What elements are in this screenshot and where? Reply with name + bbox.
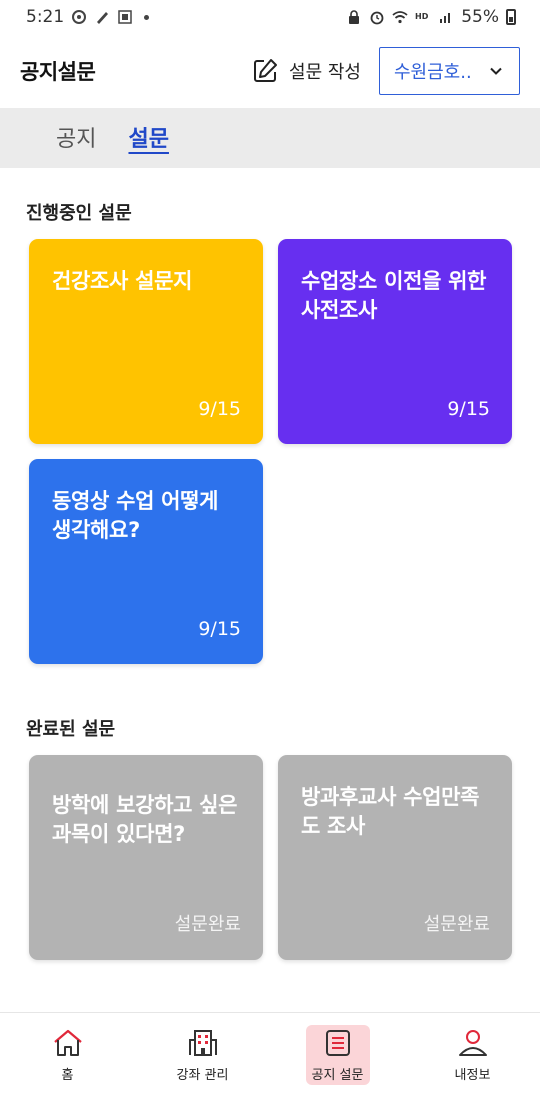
- completed-section-title: 완료된 설문: [26, 719, 116, 740]
- survey-card-ongoing[interactable]: 수업장소 이전을 위한 사전조사 9/15: [278, 239, 512, 444]
- survey-card-completed[interactable]: 방과후교사 수업만족도 조사 설문완료: [278, 755, 512, 960]
- school-select[interactable]: 수원금호..: [379, 47, 520, 95]
- home-icon: [53, 1029, 82, 1056]
- tab-survey[interactable]: 설문: [128, 121, 168, 155]
- tab-notice[interactable]: 공지: [56, 121, 96, 155]
- nav-course-manage-label: 강좌 관리: [176, 1067, 229, 1083]
- survey-card-title: 건강조사 설문지: [52, 269, 193, 293]
- tab-bar: 공지 설문: [0, 108, 540, 168]
- survey-card-count: 9/15: [447, 398, 490, 420]
- battery-percent: 55%: [461, 7, 499, 27]
- write-survey-button[interactable]: 설문 작성: [251, 57, 361, 85]
- nav-course-manage[interactable]: 강좌 관리: [171, 1025, 235, 1085]
- app-notification-icon: [118, 10, 132, 24]
- nav-home[interactable]: 홈: [36, 1025, 100, 1085]
- wifi-icon: [392, 11, 408, 24]
- survey-card-count: 9/15: [198, 398, 241, 420]
- survey-card-ongoing[interactable]: 건강조사 설문지 9/15: [29, 239, 263, 444]
- lock-icon: [349, 10, 360, 24]
- more-notifications-icon: [144, 14, 150, 20]
- survey-card-ongoing[interactable]: 동영상 수업 어떻게 생각해요? 9/15: [29, 459, 263, 664]
- chevron-down-icon: [490, 67, 502, 75]
- bottom-nav: 홈 강좌 관리 공지 설문 내정보: [0, 1012, 540, 1097]
- nav-my-info[interactable]: 내정보: [441, 1025, 505, 1085]
- nav-notice-survey[interactable]: 공지 설문: [305, 1025, 370, 1085]
- svg-text:HD: HD: [415, 12, 429, 21]
- edit-icon: [254, 59, 278, 82]
- status-left: 5:21: [26, 7, 150, 27]
- survey-card-status: 설문완료: [174, 914, 241, 935]
- nav-my-info-label: 내정보: [454, 1067, 491, 1083]
- status-bar: 5:21 HD 55%: [0, 0, 540, 34]
- survey-card-count: 9/15: [198, 618, 241, 640]
- person-icon: [458, 1029, 487, 1056]
- survey-card-title: 수업장소 이전을 위한 사전조사: [301, 269, 487, 322]
- pen-app-icon: [97, 12, 109, 24]
- building-icon: [188, 1029, 217, 1056]
- survey-card-title: 방과후교사 수업만족도 조사: [301, 785, 480, 838]
- survey-card-title: 방학에 보강하고 싶은 과목이 있다면?: [52, 793, 238, 846]
- survey-card-title: 동영상 수업 어떻게 생각해요?: [52, 489, 219, 542]
- alarm-icon: [370, 11, 384, 25]
- survey-card-completed[interactable]: 방학에 보강하고 싶은 과목이 있다면? 설문완료: [29, 755, 263, 960]
- battery-icon: [506, 9, 516, 25]
- nav-notice-survey-label: 공지 설문: [311, 1067, 364, 1083]
- hd-voice-icon: HD: [415, 12, 429, 21]
- status-right: HD 55%: [346, 7, 516, 27]
- write-survey-label: 설문 작성: [289, 62, 361, 83]
- sync-icon: [72, 10, 87, 24]
- signal-icon: [440, 13, 451, 23]
- ongoing-section-title: 진행중인 설문: [26, 203, 132, 224]
- nav-home-label: 홈: [61, 1067, 74, 1083]
- notice-icon: [325, 1029, 350, 1056]
- page-title: 공지설문: [20, 60, 96, 84]
- survey-card-status: 설문완료: [423, 914, 490, 935]
- header-actions: 설문 작성 수원금호..: [251, 47, 520, 95]
- status-time: 5:21: [26, 7, 65, 27]
- school-select-value: 수원금호..: [394, 62, 472, 83]
- app-header: 공지설문 설문 작성 수원금호..: [0, 34, 540, 108]
